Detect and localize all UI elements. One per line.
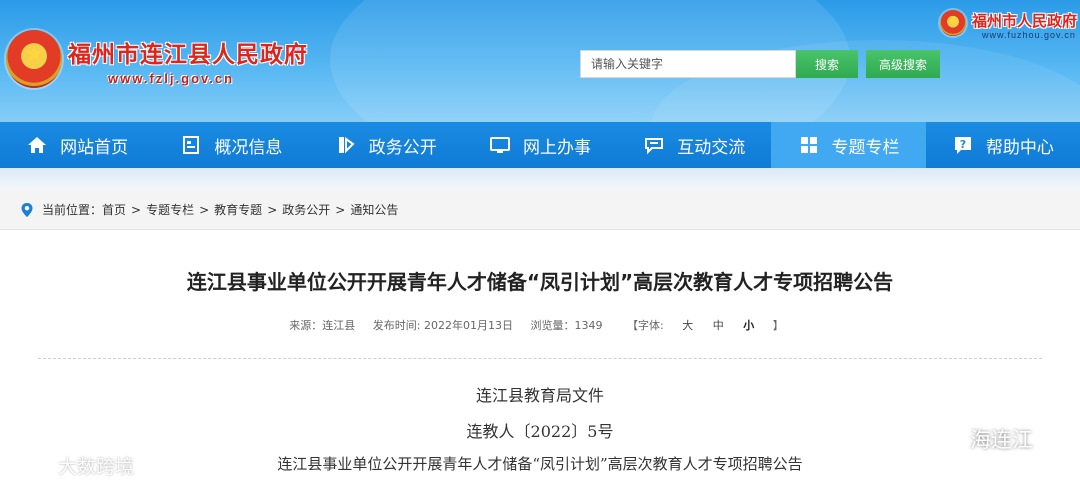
publish-icon — [335, 134, 357, 156]
breadcrumb-separator: > — [267, 202, 278, 217]
home-icon — [26, 134, 48, 156]
chat-icon — [643, 134, 665, 156]
font-size-large[interactable]: 大 — [682, 319, 693, 332]
breadcrumb-education[interactable]: 教育专题 — [214, 201, 262, 218]
nav-label: 概况信息 — [214, 137, 283, 158]
breadcrumb-separator: > — [335, 202, 346, 217]
nav-label: 网上办事 — [522, 137, 591, 158]
doc-number: 连教人〔2022〕5号 — [466, 422, 614, 441]
font-size-close: 】 — [772, 319, 784, 332]
nav-item-home[interactable]: 网站首页 — [0, 122, 154, 168]
national-emblem-icon: ★ — [940, 10, 966, 36]
site-url: www.fzlj.gov.cn — [108, 71, 235, 86]
watermark-right-text: 海连江 — [970, 427, 1033, 452]
site-title[interactable]: 福州市连江县人民政府 — [68, 35, 308, 69]
location-pin-icon — [20, 202, 34, 218]
font-size-small[interactable]: 小 — [743, 319, 754, 332]
search-input[interactable] — [580, 50, 796, 78]
nav-item-overview[interactable]: 概况信息 — [154, 122, 308, 168]
font-size-medium[interactable]: 中 — [713, 319, 724, 332]
nav-label: 网站首页 — [60, 137, 129, 158]
nav-item-interaction[interactable]: 互动交流 — [617, 122, 771, 168]
breadcrumb-prefix: 当前位置： — [42, 203, 103, 217]
watermark-left-text: 大数跨境 — [58, 456, 135, 478]
article-views: 浏览量：1349 — [530, 319, 603, 332]
doc-heading: 连江县事业单位公开开展青年人才储备“凤引计划”高层次教育人才专项招聘公告 — [277, 455, 803, 473]
watermark-left: 大数跨境 — [8, 451, 134, 480]
divider — [38, 358, 1042, 359]
nav-shadow — [0, 168, 1080, 190]
svg-text:?: ? — [960, 138, 966, 151]
site-header: ★ 福州市连江县人民政府 www.fzlj.gov.cn ★ 福州市人民政府 w… — [0, 0, 1080, 122]
search-button[interactable]: 搜索 — [796, 50, 858, 78]
monitor-icon — [489, 134, 511, 156]
doc-issuer: 连江县教育局文件 — [475, 386, 604, 405]
breadcrumb-home[interactable]: 首页 — [102, 201, 126, 218]
article-source: 来源：连江县 — [289, 319, 356, 332]
wechat-icon — [928, 422, 962, 455]
nav-label: 帮助中心 — [985, 137, 1054, 158]
breadcrumb-separator: > — [199, 202, 210, 217]
grid-icon — [798, 134, 820, 156]
breadcrumb: 当前位置： 首页 > 专题专栏 > 教育专题 > 政务公开 > 通知公告 — [0, 190, 1080, 230]
national-emblem-icon: ★ — [6, 30, 62, 88]
breadcrumb-special-topics[interactable]: 专题专栏 — [146, 201, 194, 218]
main-nav: 网站首页 概况信息 政务公开 网上办事 互动交流 专题专栏 ? 帮助中心 — [0, 122, 1080, 168]
parent-gov-link[interactable]: 福州市人民政府 — [972, 10, 1077, 31]
nav-item-gov-affairs[interactable]: 政务公开 — [309, 122, 463, 168]
font-size-control: 【字体: 大 中 小 】 — [620, 319, 791, 332]
breadcrumb-gov-affairs[interactable]: 政务公开 — [282, 201, 330, 218]
nav-item-online-service[interactable]: 网上办事 — [463, 122, 617, 168]
document-icon — [180, 134, 202, 156]
nav-item-help[interactable]: ? 帮助中心 — [926, 122, 1080, 168]
nav-label: 互动交流 — [677, 137, 746, 158]
font-size-label: 【字体: — [626, 319, 664, 332]
breadcrumb-notices[interactable]: 通知公告 — [350, 201, 398, 218]
infinity-icon — [8, 451, 52, 480]
breadcrumb-separator: > — [131, 202, 142, 217]
article-published-date: 发布时间: 2022年01月13日 — [372, 319, 513, 332]
nav-label: 专题专栏 — [831, 137, 900, 158]
nav-item-special-topics[interactable]: 专题专栏 — [771, 122, 926, 168]
nav-label: 政务公开 — [368, 137, 437, 158]
advanced-search-button[interactable]: 高级搜索 — [866, 50, 940, 78]
article-title: 连江县事业单位公开开展青年人才储备“凤引计划”高层次教育人才专项招聘公告 — [186, 270, 894, 294]
parent-gov-url: www.fuzhou.gov.cn — [982, 30, 1076, 40]
help-icon: ? — [952, 134, 974, 156]
watermark-right: 海连江 — [928, 422, 1033, 455]
article-meta: 来源：连江县 发布时间: 2022年01月13日 浏览量：1349 【字体: 大… — [0, 317, 1080, 333]
